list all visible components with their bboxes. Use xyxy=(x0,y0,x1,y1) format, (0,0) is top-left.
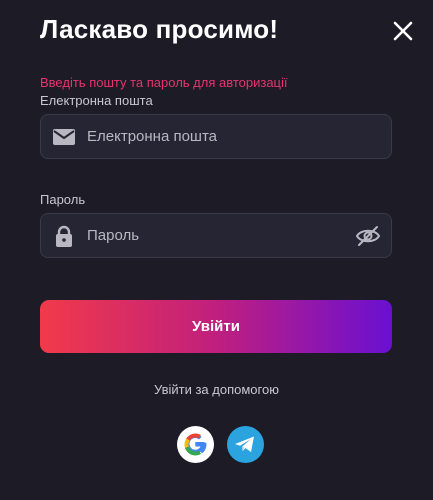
email-input[interactable] xyxy=(87,115,357,158)
email-label: Електронна пошта xyxy=(40,93,153,108)
auth-hint: Введіть пошту та пароль для авторизації xyxy=(40,75,288,90)
lock-icon xyxy=(52,225,76,247)
telegram-login-button[interactable] xyxy=(227,426,264,463)
envelope-icon xyxy=(52,126,76,148)
google-login-button[interactable] xyxy=(177,426,214,463)
close-icon xyxy=(393,21,413,41)
toggle-password-visibility-icon[interactable] xyxy=(355,224,381,248)
close-button[interactable] xyxy=(392,20,414,42)
telegram-icon xyxy=(235,436,254,452)
password-label: Пароль xyxy=(40,192,86,207)
password-field-container xyxy=(40,213,392,258)
login-button[interactable]: Увійти xyxy=(40,300,392,353)
social-login-label: Увійти за допомогою xyxy=(154,382,279,397)
google-icon xyxy=(184,433,207,456)
dialog-title: Ласкаво просимо! xyxy=(40,14,279,44)
password-input[interactable] xyxy=(87,214,357,257)
email-field-container xyxy=(40,114,392,159)
